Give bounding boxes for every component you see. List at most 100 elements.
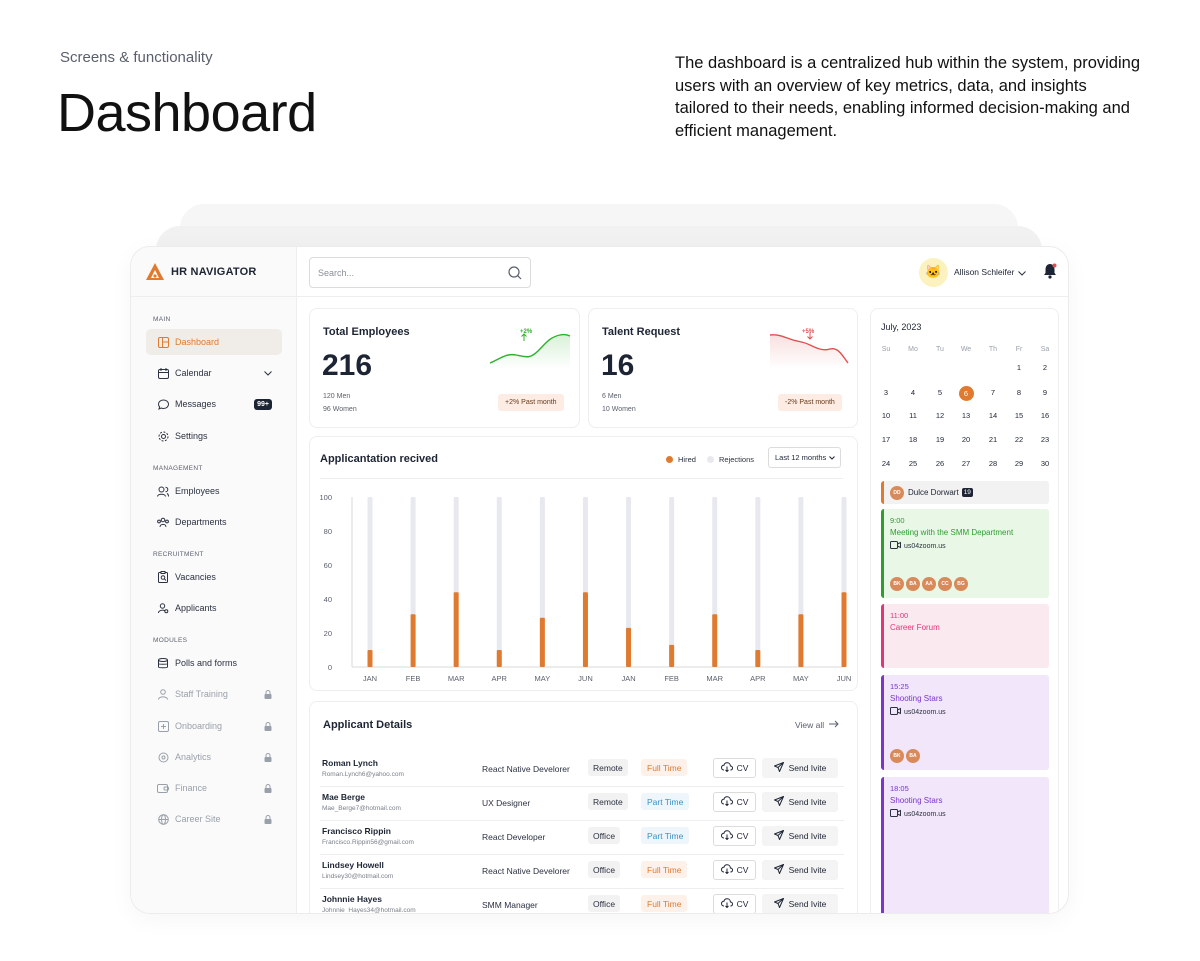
calendar-day[interactable]: 10 — [873, 409, 899, 423]
bar-hired[interactable] — [841, 592, 847, 667]
calendar-day[interactable]: 6 — [953, 386, 979, 401]
bar-hired[interactable] — [539, 617, 545, 667]
send-invite-button[interactable]: Send Ivite — [762, 792, 838, 812]
bar-hired[interactable] — [669, 644, 675, 667]
sidebar-item-vacancies[interactable]: Vacancies — [146, 564, 282, 590]
sidebar-item-dashboard[interactable]: Dashboard — [146, 329, 282, 355]
sidebar-item-calendar[interactable]: Calendar — [146, 360, 282, 386]
calendar-day[interactable]: 23 — [1032, 433, 1058, 447]
cv-button[interactable]: CV — [713, 894, 756, 913]
calendar-day[interactable]: 27 — [953, 457, 979, 471]
view-all-link[interactable]: View all — [795, 720, 839, 730]
send-invite-button[interactable]: Send Ivite — [762, 826, 838, 846]
table-row[interactable]: Mae Berge Mae_Berge7@hotmail.com UX Design… — [320, 787, 844, 821]
send-invite-button[interactable]: Send Ivite — [762, 758, 838, 778]
table-row[interactable]: Roman Lynch Roman.Lynch6@yahoo.com React N… — [320, 753, 844, 787]
event-link[interactable]: us04zoom.us — [890, 707, 946, 717]
bar-rejections[interactable] — [755, 497, 761, 667]
user-search-icon — [157, 602, 169, 614]
chevron-down-icon[interactable] — [264, 370, 272, 376]
calendar-day[interactable]: 15 — [1006, 409, 1032, 423]
bar-rejections[interactable] — [367, 497, 373, 667]
sidebar-item-onboarding[interactable]: Onboarding — [146, 713, 282, 739]
calendar-day[interactable]: 11 — [900, 409, 926, 423]
cv-button[interactable]: CV — [713, 792, 756, 812]
sidebar: HR NAVIGATOR MAIN Dashboard Calendar Mes… — [131, 247, 297, 913]
calendar-day[interactable]: 3 — [873, 386, 899, 400]
calendar-day[interactable]: 8 — [1006, 386, 1032, 400]
calendar-day[interactable]: 20 — [953, 433, 979, 447]
sidebar-item-polls[interactable]: Polls and forms — [146, 650, 282, 676]
table-row[interactable]: Francisco Rippin Francisco.Rippin56@gmail… — [320, 821, 844, 855]
sidebar-item-settings[interactable]: Settings — [146, 423, 282, 449]
calendar-day[interactable]: 17 — [873, 433, 899, 447]
calendar-day[interactable]: 7 — [980, 386, 1006, 400]
calendar-day[interactable]: 13 — [953, 409, 979, 423]
calendar-day[interactable]: 29 — [1006, 457, 1032, 471]
calendar-day[interactable]: 25 — [900, 457, 926, 471]
day-number: 27 — [961, 459, 971, 468]
sidebar-item-staff-training[interactable]: Staff Training — [146, 681, 282, 707]
event-link[interactable]: us04zoom.us — [890, 809, 946, 819]
sidebar-item-departments[interactable]: Departments — [146, 509, 282, 535]
cv-button[interactable]: CV — [713, 826, 756, 846]
calendar-day[interactable]: 5 — [927, 386, 953, 400]
calendar-day[interactable]: 1 — [1006, 361, 1032, 375]
calendar-day[interactable]: 9 — [1032, 386, 1058, 400]
bar-hired[interactable] — [453, 592, 459, 667]
calendar-day[interactable]: 22 — [1006, 433, 1032, 447]
send-invite-button[interactable]: Send Ivite — [762, 894, 838, 913]
calendar-day[interactable]: 14 — [980, 409, 1006, 423]
send-invite-button[interactable]: Send Ivite — [762, 860, 838, 880]
applicant-role: SMM Manager — [482, 900, 538, 910]
search-icon[interactable] — [508, 266, 522, 285]
calendar-event[interactable]: 9:00 Meeting with the SMM Department us04z… — [881, 509, 1049, 598]
calendar-day[interactable]: 21 — [980, 433, 1006, 447]
bar-hired[interactable] — [798, 614, 804, 667]
sidebar-item-finance[interactable]: Finance — [146, 775, 282, 801]
bar-hired[interactable] — [582, 592, 588, 667]
range-select[interactable]: Last 12 months — [768, 447, 841, 468]
bar-hired[interactable] — [626, 627, 632, 667]
person-row[interactable]: DD Dulce Dorwart 19 — [881, 481, 1049, 504]
bar-hired[interactable] — [712, 614, 718, 667]
bar-rejections[interactable] — [496, 497, 502, 667]
bell-icon[interactable] — [1043, 263, 1057, 284]
bar-hired[interactable] — [410, 614, 416, 667]
day-number: 24 — [881, 459, 891, 468]
calendar-day[interactable]: 2 — [1032, 361, 1058, 375]
sidebar-item-analytics[interactable]: Analytics — [146, 744, 282, 770]
cv-button[interactable]: CV — [713, 860, 756, 880]
calendar-day[interactable]: 26 — [927, 457, 953, 471]
user-menu[interactable]: 🐱 Allison Schleifer — [919, 257, 1027, 287]
cv-button[interactable]: CV — [713, 758, 756, 778]
calendar-day[interactable]: 19 — [927, 433, 953, 447]
sidebar-item-employees[interactable]: Employees — [146, 478, 282, 504]
table-row[interactable]: Johnnie Hayes Johnnie_Hayes34@hotmail.com… — [320, 889, 844, 913]
sidebar-item-messages[interactable]: Messages 99+ — [146, 391, 282, 417]
calendar-event[interactable]: 18:05 Shooting Stars us04zoom.us — [881, 777, 1049, 913]
search-box[interactable] — [309, 257, 531, 288]
y-tick-label: 0 — [328, 663, 332, 672]
bar-rejections[interactable] — [669, 497, 675, 667]
chevron-down-icon[interactable] — [1018, 263, 1027, 281]
bar-hired[interactable] — [755, 650, 761, 667]
calendar-day[interactable]: 12 — [927, 409, 953, 423]
calendar-event[interactable]: 15:25 Shooting Stars us04zoom.us BK BA — [881, 675, 1049, 770]
table-row[interactable]: Lindsey Howell Lindsey30@hotmail.com React… — [320, 855, 844, 889]
calendar-day[interactable]: 24 — [873, 457, 899, 471]
trend-chip: +2% Past month — [498, 394, 564, 411]
sidebar-item-career-site[interactable]: Career Site — [146, 806, 282, 832]
bar-hired[interactable] — [496, 650, 502, 667]
calendar-day[interactable]: 28 — [980, 457, 1006, 471]
calendar-day[interactable]: 4 — [900, 386, 926, 400]
bar-hired[interactable] — [367, 650, 373, 667]
brand[interactable]: HR NAVIGATOR — [131, 247, 296, 297]
calendar-day[interactable]: 18 — [900, 433, 926, 447]
search-input[interactable] — [310, 258, 490, 287]
event-link[interactable]: us04zoom.us — [890, 541, 946, 551]
calendar-day[interactable]: 16 — [1032, 409, 1058, 423]
calendar-day[interactable]: 30 — [1032, 457, 1058, 471]
calendar-event[interactable]: 11:00 Career Forum — [881, 604, 1049, 668]
sidebar-item-applicants[interactable]: Applicants — [146, 595, 282, 621]
